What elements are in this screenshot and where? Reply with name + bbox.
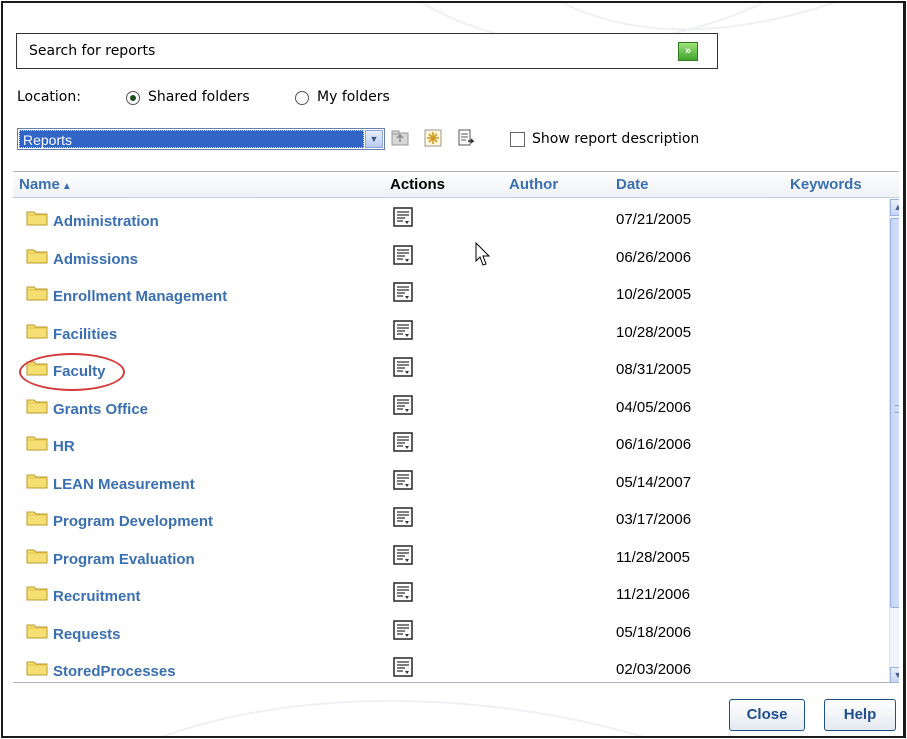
vertical-scrollbar[interactable]: ▲ ▼ [889,199,899,682]
column-header-date[interactable]: Date [616,176,649,193]
search-for-reports-label: Search for reports [29,43,156,59]
actions-menu-icon[interactable] [392,506,414,528]
folder-date: 07/21/2005 [616,211,692,228]
refresh-icon[interactable] [456,128,476,148]
scrollbar-thumb[interactable] [890,218,899,608]
show-description-checkbox[interactable] [510,132,525,147]
actions-menu-icon[interactable] [392,656,414,678]
new-item-icon[interactable] [423,128,443,148]
folder-date: 10/26/2005 [616,286,692,303]
folder-icon [26,209,48,226]
table-row[interactable]: Faculty 08/31/2005 [13,349,889,387]
shared-folders-radio[interactable] [126,91,140,105]
folder-name-link[interactable]: Program Evaluation [53,551,195,568]
table-row[interactable]: HR 06/16/2006 [13,424,889,462]
folder-up-icon[interactable] [390,128,410,148]
column-header-keywords[interactable]: Keywords [790,176,862,193]
actions-menu-icon[interactable] [392,319,414,341]
sort-ascending-icon: ▲ [61,181,72,192]
folder-name-link[interactable]: LEAN Measurement [53,476,195,493]
table-row[interactable]: Grants Office 04/05/2006 [13,387,889,425]
folder-name-link[interactable]: Grants Office [53,401,148,418]
annotation-circle [19,353,125,391]
actions-menu-icon[interactable] [392,244,414,266]
report-browser-dialog: Search for reports » Location: Shared fo… [1,1,906,738]
folder-name-link[interactable]: Facilities [53,326,117,343]
column-header-author[interactable]: Author [509,176,558,193]
folder-date: 06/16/2006 [616,436,692,453]
table-row[interactable]: Requests 05/18/2006 [13,612,889,650]
actions-menu-icon[interactable] [392,281,414,303]
folder-name-link[interactable]: Recruitment [53,588,141,605]
folder-dropdown-value: Reports [19,130,364,148]
folder-icon [26,509,48,526]
table-row[interactable]: Enrollment Management 10/26/2005 [13,274,889,312]
folder-icon [26,284,48,301]
actions-menu-icon[interactable] [392,394,414,416]
folder-icon [26,472,48,489]
table-row[interactable]: StoredProcesses 02/03/2006 [13,649,889,682]
folder-date: 04/05/2006 [616,398,692,416]
folder-icon [26,659,48,676]
location-label: Location: [17,89,81,105]
table-row[interactable]: Administration 07/21/2005 [13,199,889,237]
folder-icon [26,397,48,414]
folder-date: 06/26/2006 [616,248,692,266]
shared-folders-label[interactable]: Shared folders [148,89,250,105]
folder-date: 11/21/2006 [616,586,690,603]
folder-name-link[interactable]: HR [53,438,75,455]
folder-dropdown[interactable]: Reports ▼ [17,128,385,150]
table-row[interactable]: Facilities 10/28/2005 [13,312,889,350]
folder-icon [26,622,48,639]
folder-icon [26,584,48,601]
table-row[interactable]: Admissions 06/26/2006 [13,237,889,275]
scroll-down-icon[interactable]: ▼ [890,667,899,682]
folder-name-link[interactable]: StoredProcesses [53,663,176,680]
search-for-reports-panel[interactable]: Search for reports » [16,33,718,69]
column-header-name[interactable]: Name ▲ [19,176,72,193]
folder-name-link[interactable]: Admissions [53,251,138,268]
my-folders-label[interactable]: My folders [317,89,390,105]
reports-table: Name ▲ Actions Author Date Keywords Admin… [13,171,899,683]
chevron-down-icon[interactable]: ▼ [365,130,383,148]
actions-menu-icon[interactable] [392,581,414,603]
table-body: Administration 07/21/2005 Admissions 06/26/… [13,199,889,682]
actions-menu-icon[interactable] [392,431,414,453]
folder-icon [26,434,48,451]
show-description-label[interactable]: Show report description [532,131,699,147]
table-row[interactable]: Program Development 03/17/2006 [13,499,889,537]
folder-name-link[interactable]: Program Development [53,513,213,530]
folder-name-link[interactable]: Requests [53,626,121,643]
actions-menu-icon[interactable] [392,356,414,378]
folder-icon [26,247,48,264]
folder-icon [26,547,48,564]
scroll-up-icon[interactable]: ▲ [890,199,899,216]
column-header-actions: Actions [390,176,446,193]
table-header: Name ▲ Actions Author Date Keywords [13,172,899,198]
grip-icon [895,405,899,413]
folder-name-link[interactable]: Administration [53,213,159,230]
folder-date: 10/28/2005 [616,323,692,341]
help-button[interactable]: Help [824,699,896,731]
folder-date: 05/14/2007 [616,473,692,491]
actions-menu-icon[interactable] [392,206,414,228]
folder-date: 02/03/2006 [616,661,692,678]
table-row[interactable]: LEAN Measurement 05/14/2007 [13,462,889,500]
mouse-pointer-icon [475,242,491,266]
double-chevron-down-icon[interactable]: » [678,42,698,61]
folder-name-link[interactable]: Enrollment Management [53,288,227,305]
close-button[interactable]: Close [729,699,805,731]
folder-date: 03/17/2006 [616,511,692,528]
folder-date: 05/18/2006 [616,623,692,641]
table-row[interactable]: Recruitment 11/21/2006 [13,574,889,612]
actions-menu-icon[interactable] [392,544,414,566]
actions-menu-icon[interactable] [392,469,414,491]
actions-menu-icon[interactable] [392,619,414,641]
table-row[interactable]: Program Evaluation 11/28/2005 [13,537,889,575]
my-folders-radio[interactable] [295,91,309,105]
folder-icon [26,322,48,339]
folder-date: 11/28/2005 [616,548,690,566]
folder-date: 08/31/2005 [616,361,692,378]
